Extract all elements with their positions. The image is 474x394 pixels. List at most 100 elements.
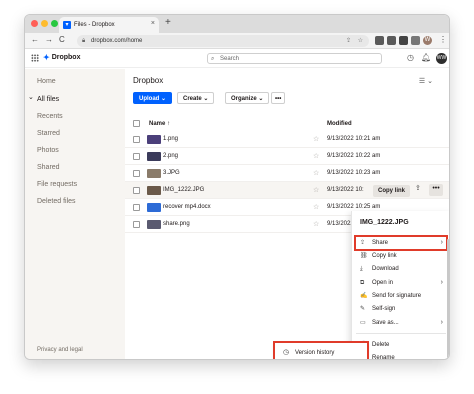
list-view-icon[interactable]: ☰ ⌄ [419,77,433,85]
row-checkbox[interactable] [133,204,140,211]
file-context-menu: IMG_1222.JPG ⇪ Share › ⛓ Copy link ⤓ Download ⧉… [351,211,449,359]
chevron-right-icon: › [440,279,443,286]
menu-item-label: Open in [372,280,394,286]
more-options-button[interactable]: ••• [429,184,443,196]
row-checkbox[interactable] [133,170,140,177]
sidebar-item-photos[interactable]: Photos [37,147,59,154]
version-history-menu-item[interactable]: ◷ Version history [273,341,369,359]
reload-button[interactable]: C [59,35,65,44]
user-avatar[interactable]: WW [436,53,447,64]
sidebar-item-shared[interactable]: Shared [37,164,60,171]
share-page-icon[interactable]: ⇪ [346,35,351,47]
notifications-bell-icon[interactable]: 🔔︎ [421,53,431,62]
sidebar-item-starred[interactable]: Starred [37,130,60,137]
close-window-button[interactable] [31,20,38,27]
extension-icon[interactable] [375,36,384,45]
star-icon[interactable]: ☆ [313,186,319,194]
file-name[interactable]: share.png [163,221,190,227]
row-checkbox[interactable] [133,221,140,228]
menu-item-save-as[interactable]: ▭ Save as... › [356,317,446,329]
bookmark-star-icon[interactable]: ☆ [358,35,363,47]
menu-item-label: Save as... [372,320,399,326]
extension-icon[interactable] [387,36,396,45]
menu-scrollbar[interactable] [447,239,449,359]
copy-link-button[interactable]: Copy link [373,185,411,197]
name-column-header[interactable]: Name ↑ [149,121,170,127]
sidebar-icon[interactable] [411,36,420,45]
puzzle-extensions-icon[interactable] [399,36,408,45]
select-all-checkbox[interactable] [133,120,140,127]
file-name[interactable]: 2.png [163,153,178,159]
url-text: dropbox.com/home [91,38,143,44]
browser-tab[interactable]: ▾ Files - Dropbox × [59,17,159,33]
new-tab-button[interactable]: + [165,17,171,28]
row-checkbox[interactable] [133,187,140,194]
star-icon[interactable]: ☆ [313,169,319,177]
sidebar-item-all-files[interactable]: All files [28,93,59,103]
table-row[interactable]: 1.png ☆ 9/13/2022 10:21 am [125,131,449,148]
table-row[interactable]: 3.JPG ☆ 9/13/2022 10:23 am [125,165,449,182]
back-button[interactable]: ← [31,35,39,44]
search-icon: ⌕ [211,56,215,62]
sidebar-item-recents[interactable]: Recents [37,113,63,120]
dropbox-favicon-icon: ▾ [63,21,71,29]
logo-text: Dropbox [51,54,81,61]
file-name[interactable]: 3.JPG [163,170,180,176]
star-icon[interactable]: ☆ [313,152,319,160]
row-checkbox[interactable] [133,136,140,143]
browser-window: ▾ Files - Dropbox × + ← → C 🔒︎ dropbox.c… [24,14,450,360]
tab-title: Files - Dropbox [74,22,115,28]
star-icon[interactable]: ☆ [313,220,319,228]
file-thumbnail [147,152,161,161]
modified-column-header[interactable]: Modified [327,121,352,127]
menu-item-copy-link[interactable]: ⛓ Copy link [356,250,446,262]
minimize-window-button[interactable] [41,20,48,27]
tab-close-icon[interactable]: × [151,20,155,27]
table-row[interactable]: 2.png ☆ 9/13/2022 10:22 am [125,148,449,165]
table-row[interactable]: IMG_1222.JPG ☆ 9/13/2022 10: Copy link ⇪ ••• [125,182,449,199]
menu-item-rename[interactable]: ✏Rename [356,352,446,359]
modified-date: 9/13/2022 10:21 am [327,136,381,142]
file-name[interactable]: IMG_1222.JPG [163,187,204,193]
self-sign-icon: ✎ [360,306,366,312]
menu-item-label: Download [372,266,399,272]
address-bar: ← → C 🔒︎ dropbox.com/home ⇪ ☆ W ⋮ [25,33,449,49]
clock-icon: ◷ [283,349,290,356]
dropbox-logo[interactable]: ✦ Dropbox [43,53,80,62]
modified-date: 9/13/2022 10:22 am [327,153,381,159]
menu-item-open-in[interactable]: ⧉ Open in › [356,277,446,289]
app-header: ✦ Dropbox ⌕ Search ◷ 🔔︎ WW [25,50,449,68]
file-thumbnail [147,135,161,144]
upload-button[interactable]: Upload ⌄ [133,92,173,104]
search-input[interactable]: ⌕ Search [207,53,382,64]
file-name[interactable]: 1.png [163,136,178,142]
activity-icon[interactable]: ◷ [407,53,414,62]
organize-button[interactable]: Organize ⌄ [225,92,270,104]
browser-menu-icon[interactable]: ⋮ [439,35,447,44]
row-checkbox[interactable] [133,153,140,160]
menu-item-delete[interactable]: 🗑︎Delete [356,339,446,351]
maximize-window-button[interactable] [51,20,58,27]
sidebar: Home All files Recents Starred Photos Sh… [25,69,125,359]
profile-avatar[interactable]: W [423,36,432,45]
forward-button[interactable]: → [45,35,53,44]
breadcrumb[interactable]: Dropbox [133,76,163,85]
star-icon[interactable]: ☆ [313,203,319,211]
sidebar-item-file-requests[interactable]: File requests [37,181,77,188]
url-field[interactable]: 🔒︎ dropbox.com/home ⇪ ☆ [77,35,369,47]
menu-item-label: Self-sign [372,306,396,312]
file-name[interactable]: recover mp4.docx [163,204,211,210]
menu-item-self-sign[interactable]: ✎ Self-sign [356,303,446,315]
sidebar-item-home[interactable]: Home [37,78,56,85]
share-icon[interactable]: ⇪ [415,184,421,192]
star-icon[interactable]: ☆ [313,135,319,143]
create-button[interactable]: Create ⌄ [177,92,215,104]
menu-item-download[interactable]: ⤓ Download [356,263,446,275]
menu-item-send-for-signature[interactable]: ✍ Send for signature [356,290,446,302]
menu-item-share[interactable]: ⇪ Share › [354,235,448,251]
sidebar-item-deleted-files[interactable]: Deleted files [37,198,76,205]
app-grid-icon[interactable] [31,54,39,62]
link-icon: ⛓ [360,253,368,259]
privacy-legal-link[interactable]: Privacy and legal [37,347,83,353]
more-actions-button[interactable]: ••• [271,92,286,104]
